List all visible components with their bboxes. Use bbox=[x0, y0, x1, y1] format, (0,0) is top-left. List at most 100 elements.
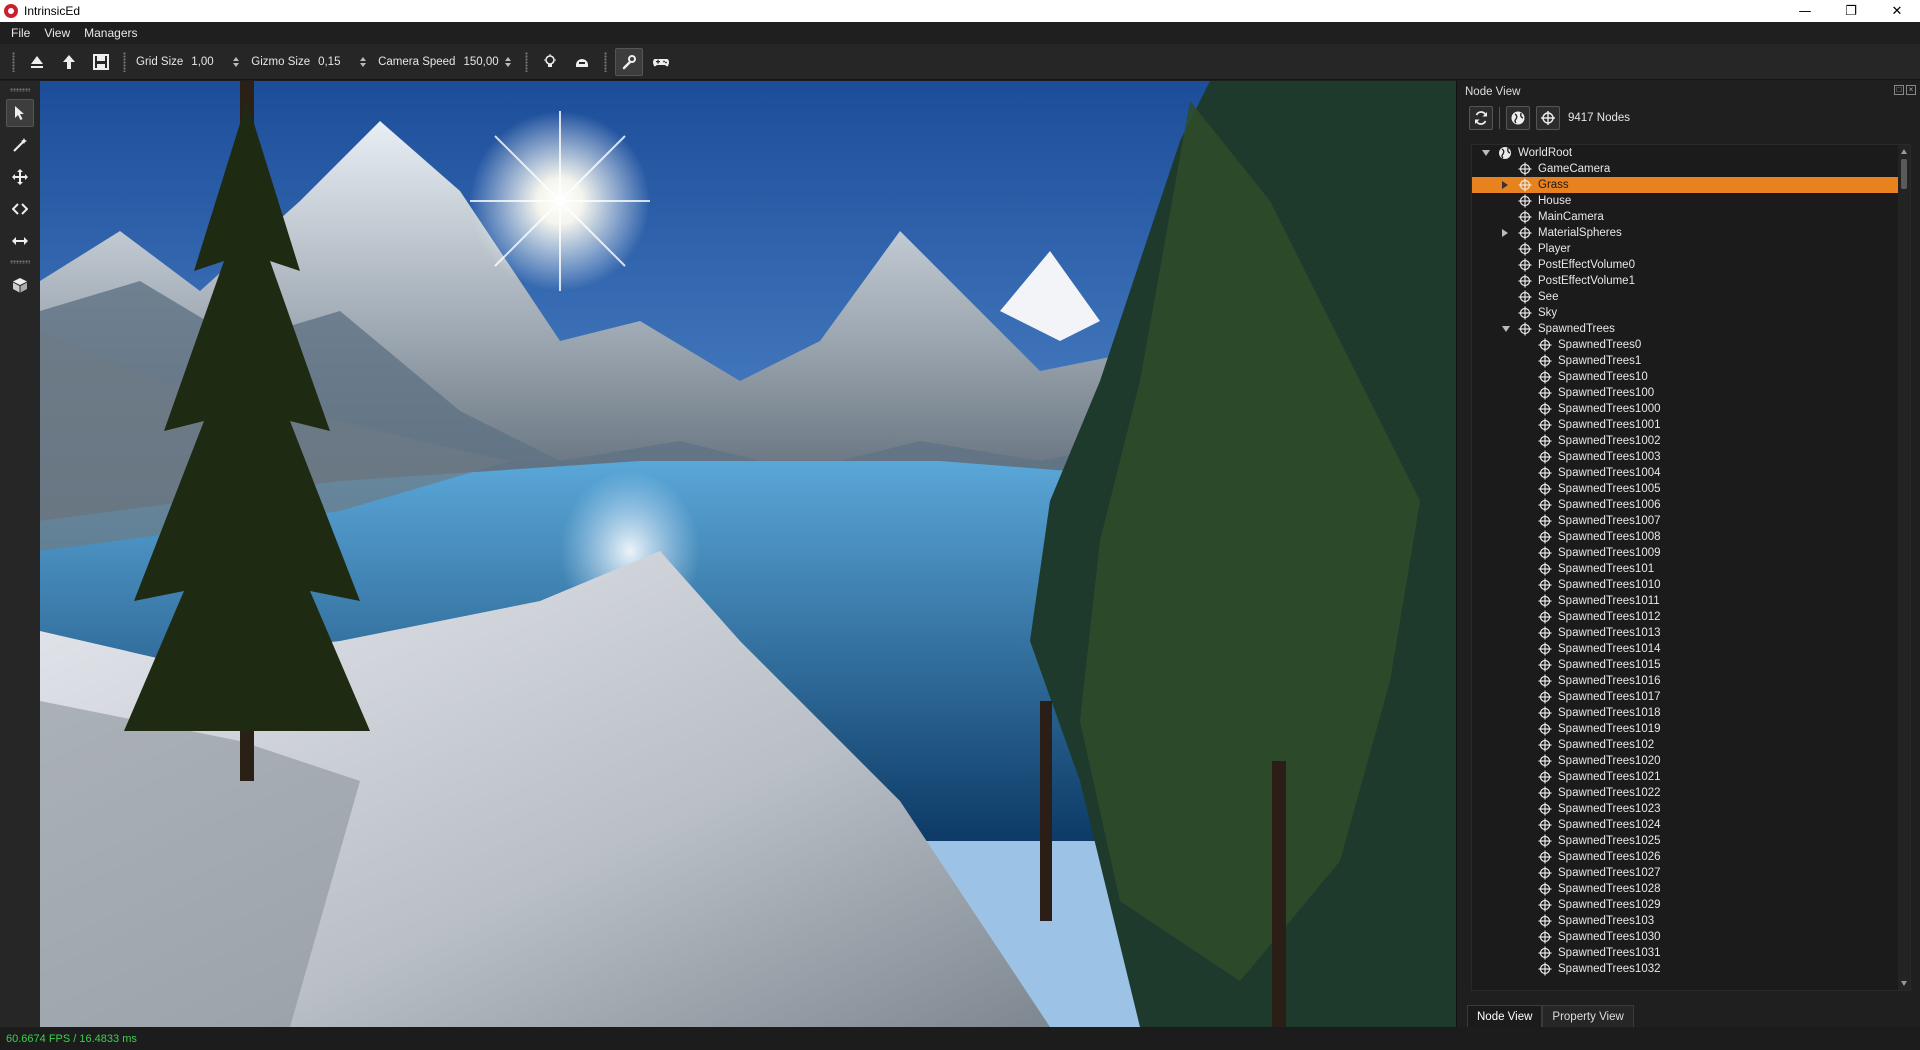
menu-view[interactable]: View bbox=[37, 26, 77, 40]
tree-node-row[interactable]: SpawnedTrees1007 bbox=[1472, 513, 1910, 529]
tree-node-row[interactable]: SpawnedTrees1009 bbox=[1472, 545, 1910, 561]
tree-node-row[interactable]: SpawnedTrees1021 bbox=[1472, 769, 1910, 785]
tree-node-row[interactable]: SpawnedTrees1002 bbox=[1472, 433, 1910, 449]
toolbar-grip[interactable] bbox=[12, 51, 15, 72]
tree-node-row[interactable]: SpawnedTrees1005 bbox=[1472, 481, 1910, 497]
tree-node-row[interactable]: GameCamera bbox=[1472, 161, 1910, 177]
tree-node-row[interactable]: SpawnedTrees1026 bbox=[1472, 849, 1910, 865]
float-panel-button[interactable]: □ bbox=[1894, 85, 1904, 95]
toolbar-grip[interactable] bbox=[604, 51, 608, 72]
tree-node-row[interactable]: SpawnedTrees1000 bbox=[1472, 401, 1910, 417]
collapse-arrow-icon[interactable] bbox=[1502, 326, 1510, 332]
close-panel-button[interactable]: × bbox=[1906, 85, 1916, 95]
tree-node-row[interactable]: SpawnedTrees1003 bbox=[1472, 449, 1910, 465]
collapse-arrow-icon[interactable] bbox=[1482, 150, 1490, 156]
expand-arrow-icon[interactable] bbox=[1502, 229, 1508, 237]
eject-button[interactable] bbox=[23, 48, 51, 76]
tree-node-row[interactable]: Sky bbox=[1472, 305, 1910, 321]
tree-node-row[interactable]: SpawnedTrees100 bbox=[1472, 385, 1910, 401]
tree-node-row[interactable]: SpawnedTrees1029 bbox=[1472, 897, 1910, 913]
tree-node-row[interactable]: SpawnedTrees1016 bbox=[1472, 673, 1910, 689]
tree-node-row[interactable]: SpawnedTrees10 bbox=[1472, 369, 1910, 385]
toolbar-grip[interactable] bbox=[10, 88, 30, 92]
paint-tool-button[interactable] bbox=[6, 131, 34, 159]
tree-node-row[interactable]: PostEffectVolume1 bbox=[1472, 273, 1910, 289]
toolbar-grip[interactable] bbox=[123, 51, 126, 72]
tree-node-row[interactable]: SpawnedTrees1024 bbox=[1472, 817, 1910, 833]
tree-node-row[interactable]: SpawnedTrees0 bbox=[1472, 337, 1910, 353]
tree-node-row[interactable]: SpawnedTrees1006 bbox=[1472, 497, 1910, 513]
tree-node-row[interactable]: WorldRoot bbox=[1472, 145, 1910, 161]
scroll-thumb[interactable] bbox=[1901, 159, 1907, 189]
close-button[interactable]: ✕ bbox=[1874, 0, 1920, 22]
scene-render[interactable] bbox=[40, 81, 1456, 1027]
tab-property-view[interactable]: Property View bbox=[1542, 1005, 1634, 1027]
tree-node-row[interactable]: SpawnedTrees1008 bbox=[1472, 529, 1910, 545]
tree-node-row[interactable]: SpawnedTrees1 bbox=[1472, 353, 1910, 369]
tree-node-row[interactable]: SpawnedTrees1030 bbox=[1472, 929, 1910, 945]
tree-node-row[interactable]: MaterialSpheres bbox=[1472, 225, 1910, 241]
spin-arrows[interactable] bbox=[358, 52, 368, 72]
tree-node-row[interactable]: SpawnedTrees1028 bbox=[1472, 881, 1910, 897]
tree-node-row[interactable]: House bbox=[1472, 193, 1910, 209]
move-up-button[interactable] bbox=[55, 48, 83, 76]
node-tree[interactable]: WorldRoot GameCamera Grass House MainCamera M… bbox=[1471, 144, 1911, 991]
tree-node-row[interactable]: SpawnedTrees1019 bbox=[1472, 721, 1910, 737]
scene-viewport[interactable] bbox=[40, 81, 1456, 1027]
tree-node-row[interactable]: SpawnedTrees1011 bbox=[1472, 593, 1910, 609]
scroll-up-arrow[interactable] bbox=[1901, 149, 1907, 154]
select-tool-button[interactable] bbox=[6, 99, 34, 127]
create-object-button[interactable] bbox=[6, 271, 34, 299]
tree-node-row[interactable]: SpawnedTrees1022 bbox=[1472, 785, 1910, 801]
tree-node-row[interactable]: SpawnedTrees1010 bbox=[1472, 577, 1910, 593]
add-world-button[interactable] bbox=[1506, 106, 1530, 130]
tree-node-row[interactable]: SpawnedTrees1025 bbox=[1472, 833, 1910, 849]
scroll-down-arrow[interactable] bbox=[1901, 981, 1907, 986]
grid-size-spinbox[interactable]: 1,00 bbox=[189, 52, 247, 72]
expand-arrow-icon[interactable] bbox=[1502, 181, 1508, 189]
tree-node-row[interactable]: SpawnedTrees1012 bbox=[1472, 609, 1910, 625]
add-node-button[interactable] bbox=[1536, 106, 1560, 130]
tree-node-row[interactable]: SpawnedTrees bbox=[1472, 321, 1910, 337]
gizmo-size-value[interactable]: 0,15 bbox=[316, 52, 358, 72]
tree-node-row[interactable]: SpawnedTrees1031 bbox=[1472, 945, 1910, 961]
refresh-button[interactable] bbox=[1469, 106, 1493, 130]
tree-scrollbar[interactable] bbox=[1898, 145, 1910, 990]
spin-arrows[interactable] bbox=[231, 52, 241, 72]
tree-node-row[interactable]: SpawnedTrees102 bbox=[1472, 737, 1910, 753]
tree-node-row[interactable]: SpawnedTrees1027 bbox=[1472, 865, 1910, 881]
tree-node-row[interactable]: SpawnedTrees1014 bbox=[1472, 641, 1910, 657]
game-mode-button[interactable] bbox=[647, 48, 675, 76]
tree-node-row[interactable]: PostEffectVolume0 bbox=[1472, 257, 1910, 273]
tree-node-row[interactable]: SpawnedTrees1032 bbox=[1472, 961, 1910, 977]
tree-node-row[interactable]: SpawnedTrees101 bbox=[1472, 561, 1910, 577]
rotate-tool-button[interactable] bbox=[6, 195, 34, 223]
gizmo-size-spinbox[interactable]: 0,15 bbox=[316, 52, 374, 72]
move-tool-button[interactable] bbox=[6, 163, 34, 191]
grid-size-value[interactable]: 1,00 bbox=[189, 52, 231, 72]
tree-node-row[interactable]: SpawnedTrees1017 bbox=[1472, 689, 1910, 705]
camera-speed-spinbox[interactable]: 150,00 bbox=[461, 52, 519, 72]
tree-node-row[interactable]: See bbox=[1472, 289, 1910, 305]
menu-managers[interactable]: Managers bbox=[77, 26, 144, 40]
tab-node-view[interactable]: Node View bbox=[1467, 1005, 1543, 1027]
tree-node-row[interactable]: SpawnedTrees1020 bbox=[1472, 753, 1910, 769]
tree-node-row[interactable]: SpawnedTrees103 bbox=[1472, 913, 1910, 929]
tree-node-row[interactable]: Grass bbox=[1472, 177, 1910, 193]
minimize-button[interactable]: — bbox=[1782, 0, 1828, 22]
toolbar-grip[interactable] bbox=[10, 260, 30, 264]
tree-node-row[interactable]: SpawnedTrees1001 bbox=[1472, 417, 1910, 433]
tree-node-row[interactable]: SpawnedTrees1018 bbox=[1472, 705, 1910, 721]
tree-node-row[interactable]: MainCamera bbox=[1472, 209, 1910, 225]
spin-arrows[interactable] bbox=[503, 52, 513, 72]
tree-node-row[interactable]: SpawnedTrees1013 bbox=[1472, 625, 1910, 641]
restore-button[interactable]: ❐ bbox=[1828, 0, 1874, 22]
tree-node-row[interactable]: SpawnedTrees1023 bbox=[1472, 801, 1910, 817]
tree-node-row[interactable]: SpawnedTrees1004 bbox=[1472, 465, 1910, 481]
menu-file[interactable]: File bbox=[4, 26, 37, 40]
lighting-button[interactable] bbox=[536, 48, 564, 76]
toolbar-grip[interactable] bbox=[525, 51, 529, 72]
save-button[interactable] bbox=[87, 48, 115, 76]
camera-speed-value[interactable]: 150,00 bbox=[461, 52, 503, 72]
tree-node-row[interactable]: SpawnedTrees1015 bbox=[1472, 657, 1910, 673]
